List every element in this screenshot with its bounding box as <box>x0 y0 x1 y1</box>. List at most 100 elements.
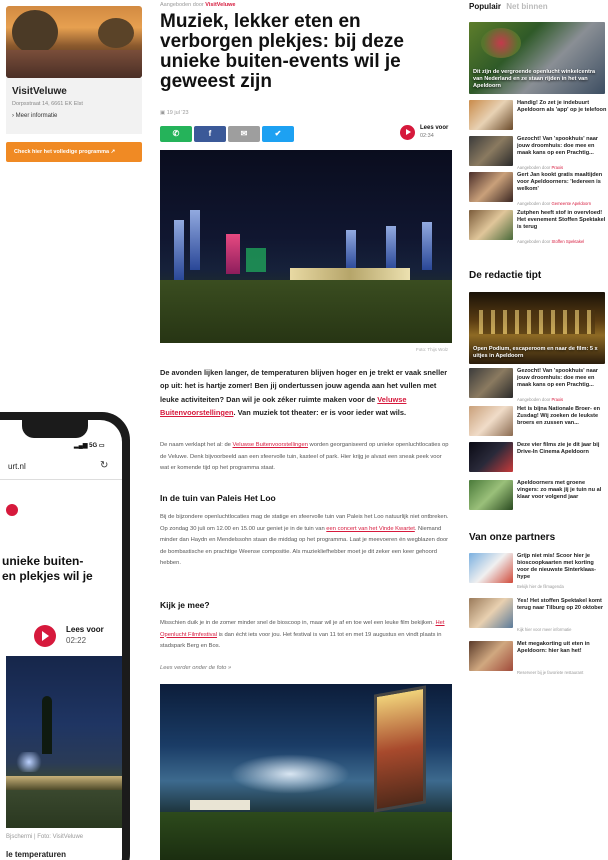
share-whatsapp-button[interactable]: ✆ <box>160 126 192 142</box>
listen-play-button[interactable] <box>400 125 415 140</box>
editors-feature-card[interactable]: Open Podium, escaperoom en naar de film:… <box>469 292 605 364</box>
phone-url[interactable]: urt.nl <box>8 462 26 471</box>
p2-link[interactable]: een concert van het Vinde Kwartet <box>326 526 415 532</box>
partner-item-sub[interactable]: Bekijk hier de filmagenda <box>517 584 564 589</box>
facebook-icon: f <box>208 129 212 138</box>
partner-item[interactable]: Met megakorting uit eten in Apeldoorn: h… <box>469 641 607 675</box>
popular-item[interactable]: Gert Jan kookt gratis maaltijden voor Ap… <box>469 172 607 206</box>
phone-address-bar[interactable]: urt.nl ↻ <box>0 454 122 480</box>
ad-tree-right <box>98 18 134 48</box>
popular-item-thumb[interactable] <box>469 100 513 130</box>
popular-item-sponsor: Aangeboden door Gemeente Apeldoorn <box>517 201 591 206</box>
ad-image[interactable] <box>6 6 142 78</box>
calendar-icon: ▣ <box>160 110 166 116</box>
listen-duration: 02:34 <box>420 133 434 139</box>
popular-item-title[interactable]: Gezocht! Van 'spookhuis' naar jouw droom… <box>517 136 607 157</box>
editors-item[interactable]: Het is bijna Nationale Broer- en Zusdag!… <box>469 406 607 440</box>
hero-caption: Foto: Thijs Wolz <box>416 347 449 352</box>
hero-light-beam <box>386 226 396 270</box>
sponsor-name[interactable]: VisitVeluwe <box>205 2 235 8</box>
editors-item[interactable]: Deze vier films zie je dit jaar bij Driv… <box>469 442 607 476</box>
popular-feature-card[interactable]: Dit zijn de vergroende openlucht winkelc… <box>469 22 605 94</box>
editors-item-title[interactable]: Deze vier films zie je dit jaar bij Driv… <box>517 442 607 456</box>
popular-item-title[interactable]: Zutphen heeft stof in overvloed! Het eve… <box>517 210 607 231</box>
popular-item-title[interactable]: Handig! Zo zet je indebuurt Apeldoorn al… <box>517 100 607 114</box>
partners-heading: Van onze partners <box>469 532 556 543</box>
ad-brand: VisitVeluwe <box>12 86 67 97</box>
article-image-filmfestival <box>160 684 452 860</box>
editors-item-thumb[interactable] <box>469 442 513 472</box>
popular-item-thumb[interactable] <box>469 136 513 166</box>
editors-item[interactable]: Gezocht! Van 'spookhuis' naar jouw droom… <box>469 368 607 402</box>
sponsor-line: Aangeboden door VisitVeluwe <box>160 2 235 8</box>
phone-logo-dot <box>6 504 18 516</box>
feature-lights <box>479 310 595 334</box>
phone-screen: ▂▄▆ 5G ▭ urt.nl ↻ unieke buiten- en plek… <box>0 420 122 860</box>
listen-label[interactable]: Lees voor <box>420 125 448 131</box>
editors-feature-title[interactable]: Open Podium, escaperoom en naar de film:… <box>473 346 601 360</box>
sponsor-name[interactable]: Gemeente Apeldoorn <box>551 201 591 206</box>
phone-image-glow <box>14 752 44 772</box>
ad-more-info-link[interactable]: › Meer informatie <box>12 113 136 119</box>
sponsor-name[interactable]: Stoffen Spektakel <box>551 239 584 244</box>
partner-item-thumb[interactable] <box>469 553 513 583</box>
sponsor-name[interactable]: Praxis <box>551 397 563 402</box>
popular-item[interactable]: Gezocht! Van 'spookhuis' naar jouw droom… <box>469 136 607 170</box>
partner-item-title[interactable]: Yes! Het stoffen Spektakel komt terug na… <box>517 598 607 612</box>
sponsor-prefix: Aangeboden door <box>160 2 204 8</box>
sponsor-name[interactable]: Praxis <box>551 165 563 170</box>
article-title: Muziek, lekker eten en verborgen plekjes… <box>160 11 404 92</box>
popular-item[interactable]: Zutphen heeft stof in overvloed! Het eve… <box>469 210 607 244</box>
popular-item-thumb[interactable] <box>469 172 513 202</box>
phone-image-tree <box>42 696 52 754</box>
phone-listen-button[interactable] <box>34 625 56 647</box>
popular-item[interactable]: Handig! Zo zet je indebuurt Apeldoorn al… <box>469 100 607 134</box>
tab-net-binnen[interactable]: Net binnen <box>506 2 547 11</box>
sponsor-prefix: Aangeboden door <box>517 165 551 170</box>
ad-cta-label[interactable]: Check hier het volledige programma <box>14 149 109 155</box>
editors-item[interactable]: Apeldoorners met groene vingers: zo maak… <box>469 480 607 514</box>
partner-item-thumb[interactable] <box>469 598 513 628</box>
popular-item-sponsor: Aangeboden door Praxis <box>517 165 563 170</box>
popular-feature-title[interactable]: Dit zijn de vergroende openlucht winkelc… <box>473 69 601 90</box>
p1-link[interactable]: Veluwse Buitenvoorstellingen <box>233 442 308 448</box>
article-paragraph-3: Misschien duik je in de zomer minder sne… <box>160 618 452 653</box>
ad-more-info-label[interactable]: Meer informatie <box>16 113 58 119</box>
popular-item-thumb[interactable] <box>469 210 513 240</box>
external-link-icon: ↗ <box>110 149 116 155</box>
article-paragraph-1: De naam verklapt het al: de Veluwse Buit… <box>160 440 452 475</box>
partner-item-sub[interactable]: Reserveer bij je favoriete restaurant <box>517 670 583 675</box>
phone-mockup: ▂▄▆ 5G ▭ urt.nl ↻ unieke buiten- en plek… <box>0 412 130 860</box>
phone-listen-label[interactable]: Lees voor <box>66 625 104 634</box>
partner-item[interactable]: Grijp niet mis! Scoor hier je bioscoopka… <box>469 553 607 589</box>
signal-icon: ▂▄▆ <box>74 443 88 449</box>
partner-item[interactable]: Yes! Het stoffen Spektakel komt terug na… <box>469 598 607 632</box>
phone-notch <box>22 420 88 438</box>
partner-item-title[interactable]: Met megakorting uit eten in Apeldoorn: h… <box>517 641 607 655</box>
editors-item-title[interactable]: Gezocht! Van 'spookhuis' naar jouw droom… <box>517 368 607 389</box>
ad-tree-left <box>12 10 58 54</box>
phone-listen-time: 02:22 <box>66 636 87 645</box>
hero-green-light <box>246 248 266 272</box>
heading-kijk-je-mee: Kijk je mee? <box>160 600 210 610</box>
partner-item-thumb[interactable] <box>469 641 513 671</box>
tab-populair[interactable]: Populair <box>469 2 501 11</box>
ad-cta-button[interactable]: Check hier het volledige programma ↗ <box>6 142 142 162</box>
editors-item-title[interactable]: Apeldoorners met groene vingers: zo maak… <box>517 480 607 501</box>
editors-item-thumb[interactable] <box>469 480 513 510</box>
ad-address: Dorpsstraat 14, 6661 EK Elst <box>12 101 83 107</box>
partner-item-title[interactable]: Grijp niet mis! Scoor hier je bioscoopka… <box>517 553 607 581</box>
reload-icon[interactable]: ↻ <box>100 460 108 471</box>
share-twitter-button[interactable]: ✔ <box>262 126 294 142</box>
partner-item-sub[interactable]: Kijk hier voor meer informatie <box>517 627 571 632</box>
hero-light-beam <box>190 210 200 270</box>
heading-paleis-het-loo: In de tuin van Paleis Het Loo <box>160 493 276 503</box>
article-date: ▣ 19 jul '23 <box>160 110 189 116</box>
popular-item-title[interactable]: Gert Jan kookt gratis maaltijden voor Ap… <box>517 172 607 193</box>
share-email-button[interactable]: ✉ <box>228 126 260 142</box>
editors-item-title[interactable]: Het is bijna Nationale Broer- en Zusdag!… <box>517 406 607 427</box>
editors-item-thumb[interactable] <box>469 406 513 436</box>
share-facebook-button[interactable]: f <box>194 126 226 142</box>
article-intro: De avonden lijken langer, de temperature… <box>160 366 452 419</box>
editors-item-thumb[interactable] <box>469 368 513 398</box>
